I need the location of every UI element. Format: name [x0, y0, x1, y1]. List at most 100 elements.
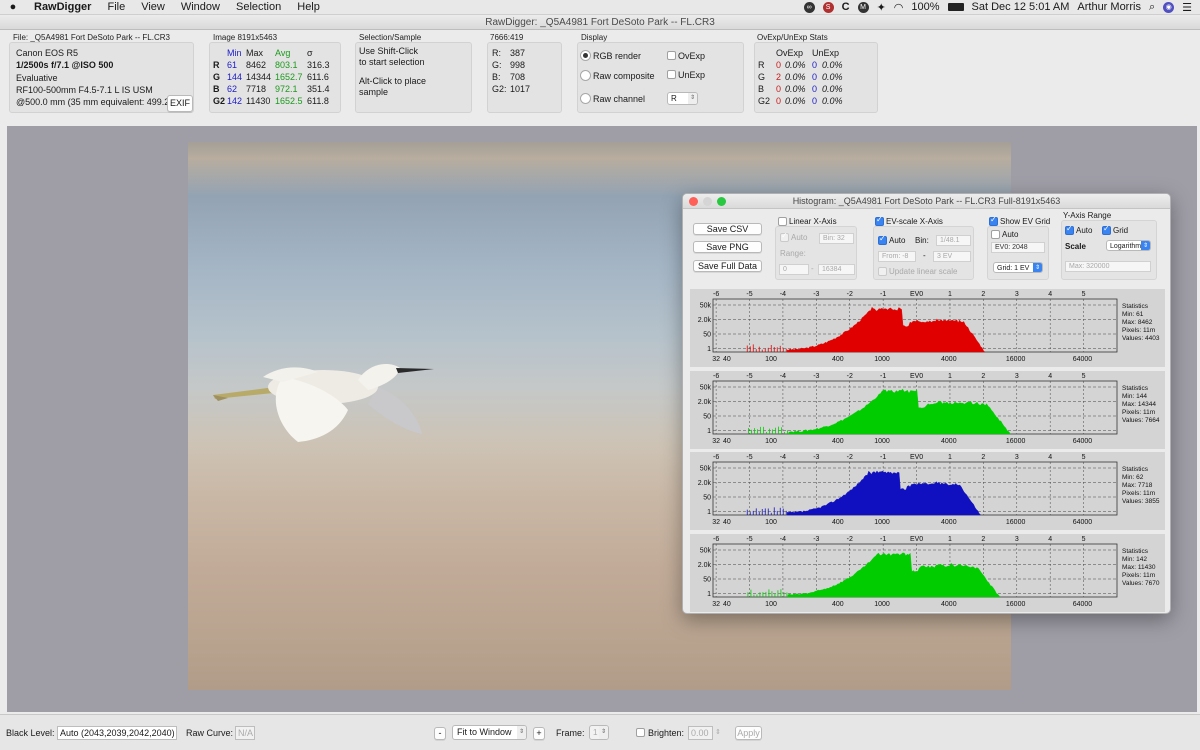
ev-tick-label: -5: [746, 536, 752, 543]
histogram-plot-g2[interactable]: -6 -5 -4 -3 -2 -1 EV0 1 2 3 4 5 50k 2.0k 50 1 32 40 100 400…: [690, 534, 1165, 612]
ev-tick-label: -2: [847, 536, 853, 543]
linear-auto-label: Auto: [791, 233, 808, 242]
y-max-field[interactable]: Max: 320000: [1065, 261, 1151, 272]
ev-tick-label: -6: [713, 536, 719, 543]
save-csv-button[interactable]: Save CSV: [693, 223, 762, 235]
grid-select[interactable]: Grid: 1 EV ⇕: [993, 262, 1043, 273]
c-app-icon[interactable]: C: [842, 1, 850, 13]
spotlight-icon[interactable]: ⌕: [1149, 1, 1155, 14]
show-ev-grid-checkbox[interactable]: [989, 215, 998, 226]
dropbox-icon[interactable]: ✦: [877, 1, 886, 14]
histogram-plot-r[interactable]: -6 -5 -4 -3 -2 -1 EV0 1 2 3 4 5 50k 2.0k 50 1 32 40 100 400…: [690, 289, 1165, 367]
menu-view[interactable]: View: [133, 1, 173, 13]
x-tick-label: 32: [712, 356, 720, 363]
control-center-icon[interactable]: ☰: [1182, 1, 1192, 14]
zoom-out-button[interactable]: -: [434, 727, 446, 740]
user-name[interactable]: Arthur Morris: [1077, 1, 1141, 13]
unexp-checkbox[interactable]: [667, 70, 676, 79]
histogram-svg-r: -6 -5 -4 -3 -2 -1 EV0 1 2 3 4 550k2.0k50132 40 100 400…: [698, 291, 1160, 363]
clock[interactable]: Sat Dec 12 5:01 AM: [972, 1, 1070, 13]
pixel-b-label: B:: [492, 72, 501, 82]
scale-select[interactable]: Logarithm ⇕: [1106, 240, 1151, 251]
histogram-plot-b[interactable]: -6 -5 -4 -3 -2 -1 EV0 1 2 3 4 5 50k 2.0k 50 1 32 40 100 400…: [690, 452, 1165, 530]
battery-percent: 100%: [911, 1, 940, 13]
frame-select-value: 1: [593, 728, 598, 737]
black-level-field[interactable]: Auto (2043,2039,2042,2040): [57, 726, 177, 740]
ev-auto-checkbox[interactable]: [878, 234, 887, 245]
exif-button[interactable]: EXIF: [167, 95, 193, 112]
menu-window[interactable]: Window: [173, 1, 228, 13]
brighten-checkbox[interactable]: [636, 728, 645, 737]
range-from-field[interactable]: 0: [779, 264, 809, 275]
x-tick-label: 1000: [874, 356, 890, 363]
range-to-field[interactable]: 16384: [818, 264, 855, 275]
y-tick-label: 2.0k: [698, 562, 712, 569]
apple-menu-icon[interactable]: ●: [0, 1, 26, 13]
ovexp-checkbox[interactable]: [667, 51, 676, 60]
stats-b-ch: B: [758, 84, 765, 94]
ev-tick-label: -1: [880, 454, 886, 461]
update-linear-checkbox[interactable]: [878, 267, 887, 276]
histogram-plot-g[interactable]: -6 -5 -4 -3 -2 -1 EV0 1 2 3 4 5 50k 2.0k 50 1 32 40 100 400…: [690, 371, 1165, 449]
linear-auto-checkbox[interactable]: [780, 231, 789, 242]
zoom-icon[interactable]: [717, 197, 726, 206]
y-auto-checkbox[interactable]: [1065, 224, 1074, 235]
histogram-window: Histogram: _Q5A4981 Fort DeSoto Park -- …: [682, 193, 1171, 614]
brighten-field[interactable]: 0.00: [688, 726, 713, 740]
menu-app[interactable]: RawDigger: [26, 1, 99, 13]
stats-label: Statistics: [1122, 385, 1149, 392]
raw-curve-field[interactable]: N/A: [235, 726, 255, 740]
linear-bin-field[interactable]: Bin: 32: [819, 233, 854, 244]
stats-max: Max: 11430: [1122, 564, 1156, 571]
pixel-panel-title: 7666:419: [490, 33, 524, 42]
raw-composite-radio[interactable]: [580, 70, 591, 81]
apply-button[interactable]: Apply: [735, 726, 762, 740]
menu-selection[interactable]: Selection: [228, 1, 289, 13]
wifi-icon[interactable]: ◠: [894, 1, 904, 14]
ev-range-dash: -: [923, 251, 926, 260]
s-app-icon[interactable]: S: [822, 1, 834, 13]
linear-x-axis-checkbox[interactable]: [778, 217, 787, 226]
y-grid-checkbox[interactable]: [1102, 224, 1111, 235]
file-panel-title: File: _Q5A4981 Fort DeSoto Park -- FL.CR…: [13, 33, 170, 42]
ev-tick-label: EV0: [910, 536, 923, 543]
ev-from-field[interactable]: From: -8: [878, 251, 916, 262]
ev-tick-label: 5: [1082, 373, 1086, 380]
ev-grid-auto-checkbox[interactable]: [991, 230, 1000, 239]
stats-b-un-n: 0: [812, 84, 818, 94]
minimize-icon[interactable]: [703, 197, 712, 206]
close-icon[interactable]: [689, 197, 698, 206]
histogram-area-g: [788, 388, 1011, 435]
ev-to-field[interactable]: 3 EV: [933, 251, 971, 262]
menu-extras: ∞ S C M ✦ ◠ 100% Sat Dec 12 5:01 AM Arth…: [803, 1, 1200, 14]
ev-tick-label: -2: [847, 454, 853, 461]
ev-bin-field[interactable]: 1/48.1: [936, 235, 971, 246]
save-png-button[interactable]: Save PNG: [693, 241, 762, 253]
m-app-icon[interactable]: M: [857, 1, 869, 13]
save-full-data-button[interactable]: Save Full Data: [693, 260, 762, 272]
menu-help[interactable]: Help: [289, 1, 328, 13]
raw-channel-radio[interactable]: [580, 93, 591, 104]
stats-values: Values: 7670: [1122, 580, 1160, 587]
brighten-stepper[interactable]: ⇕: [714, 726, 722, 740]
ev-scale-checkbox[interactable]: [875, 215, 884, 226]
ev-tick-label: 1: [948, 373, 952, 380]
ev-tick-label: -4: [780, 373, 786, 380]
stats-values: Values: 7664: [1122, 417, 1160, 424]
ev0-field[interactable]: EV0: 2048: [991, 242, 1045, 253]
menu-file[interactable]: File: [99, 1, 133, 13]
zoom-select[interactable]: Fit to Window ⇕: [452, 725, 527, 740]
siri-icon[interactable]: ◉: [1163, 1, 1175, 13]
selection-panel-title: Selection/Sample: [359, 33, 422, 42]
range-label: Range:: [780, 249, 806, 258]
zoom-in-button[interactable]: +: [533, 727, 545, 740]
frame-select[interactable]: 1 ⇕: [589, 725, 609, 740]
rgb-render-radio[interactable]: [580, 50, 591, 61]
x-tick-label: 16000: [1006, 519, 1026, 526]
creative-cloud-icon[interactable]: ∞: [803, 1, 815, 13]
y-tick-label: 1: [707, 591, 711, 598]
ev-tick-label: EV0: [910, 291, 923, 298]
raw-channel-select[interactable]: R ⇕: [667, 92, 698, 105]
battery-icon[interactable]: [947, 3, 964, 11]
stats-values: Values: 3855: [1122, 498, 1160, 505]
